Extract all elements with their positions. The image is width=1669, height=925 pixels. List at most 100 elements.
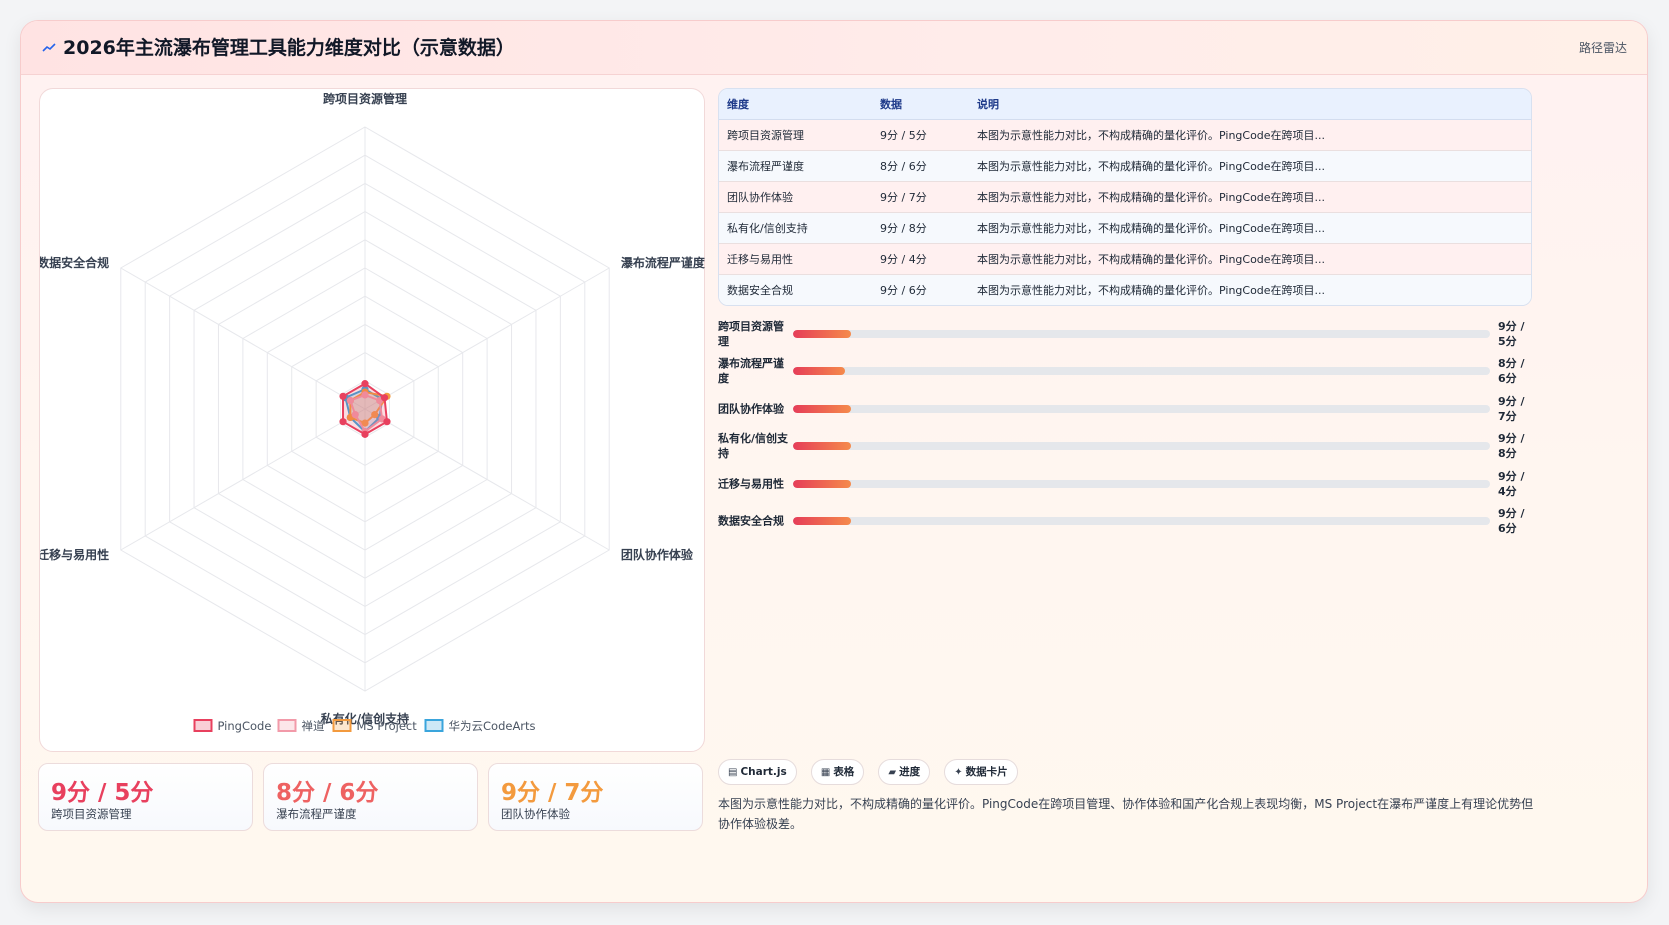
progress-value: 9分 / 7分 [1498, 395, 1525, 423]
axis-label: 瀑布流程严谨度 [621, 255, 706, 270]
progress-value: 9分 / 8分 [1498, 432, 1525, 460]
dashboard-card: 2026年主流瀑布管理工具能力维度对比（示意数据） 路径雷达 跨项目资源管理 瀑布… [20, 20, 1648, 903]
progress-track [793, 330, 1490, 338]
table-cell-dimension: 迁移与易用性 [719, 243, 872, 275]
table-cell-dimension: 私有化/信创支持 [719, 212, 872, 244]
table-pill[interactable]: ▦ 表格 [810, 759, 865, 785]
data-point [339, 418, 347, 426]
progress-value: 9分 / 4分 [1498, 470, 1525, 498]
header-tag: 路径雷达 [1578, 41, 1627, 55]
progress-value: 9分 / 6分 [1498, 507, 1525, 535]
table-cell-data: 9分 / 6分 [872, 274, 969, 305]
table-cell-data: 9分 / 8分 [872, 212, 969, 244]
progress-icon: ▰ [888, 767, 897, 778]
column-header: 维度 [719, 89, 872, 120]
data-table: 维度 数据 说明 跨项目资源管理 9分 / 5分 本图为示意性能力对比，不构成精… [718, 88, 1532, 306]
progress-label: 跨项目资源管理 [718, 320, 784, 348]
progress-label: 团队协作体验 [718, 402, 784, 416]
data-point [339, 392, 347, 400]
legend-label: 禅道 [302, 719, 325, 733]
stat-card: 9分 / 7分 团队协作体验 [488, 763, 703, 831]
stat-value: 8分 / 6分 [276, 780, 379, 806]
progress-track [793, 517, 1490, 525]
stat-label: 跨项目资源管理 [51, 807, 132, 821]
table-cell-note: 本图为示意性能力对比，不构成精确的量化评价。PingCode在跨项目... [969, 243, 1531, 275]
pill-label: 表格 [833, 766, 855, 778]
progress-row: 跨项目资源管理 9分 / 5分 [718, 317, 1538, 351]
axis-label: 数据安全合规 [40, 255, 109, 270]
data-point [361, 380, 369, 388]
sparkle-icon: ✦ [954, 767, 963, 778]
column-header: 说明 [969, 89, 1531, 120]
table-cell-note: 本图为示意性能力对比，不构成精确的量化评价。PingCode在跨项目... [969, 119, 1531, 151]
table-cell-dimension: 跨项目资源管理 [719, 119, 872, 151]
progress-fill [793, 405, 851, 413]
progress-fill [793, 480, 851, 488]
table-cell-data: 9分 / 4分 [872, 243, 969, 275]
progress-fill [793, 517, 851, 525]
progress-track [793, 480, 1490, 488]
pill-label: 数据卡片 [965, 766, 1008, 778]
data-card-pill[interactable]: ✦ 数据卡片 [944, 759, 1018, 785]
table-cell-note: 本图为示意性能力对比，不构成精确的量化评价。PingCode在跨项目... [969, 212, 1531, 244]
legend-swatch [332, 719, 352, 732]
table-header-row: 维度 数据 说明 [719, 89, 1531, 120]
progress-label: 瀑布流程严谨度 [718, 357, 784, 385]
stat-card: 9分 / 5分 跨项目资源管理 [38, 763, 253, 831]
tag-pills: ▤ Chart.js ▦ 表格 ▰ 进度 ✦ 数据卡片 [718, 759, 1027, 785]
progress-fill [793, 442, 851, 450]
legend-swatch [277, 719, 297, 732]
legend-label: PingCode [218, 719, 272, 733]
page-title: 2026年主流瀑布管理工具能力维度对比（示意数据） [63, 37, 515, 59]
progress-row: 私有化/信创支持 9分 / 8分 [718, 429, 1538, 463]
progress-pill[interactable]: ▰ 进度 [878, 759, 931, 785]
table-cell-data: 8分 / 6分 [872, 150, 969, 182]
pill-label: Chart.js [740, 766, 787, 778]
data-point [383, 418, 391, 426]
stat-label: 瀑布流程严谨度 [276, 807, 357, 821]
stat-value: 9分 / 7分 [501, 780, 604, 806]
table-cell-note: 本图为示意性能力对比，不构成精确的量化评价。PingCode在跨项目... [969, 150, 1531, 182]
progress-row: 迁移与易用性 9分 / 4分 [718, 467, 1538, 501]
table-cell-dimension: 数据安全合规 [719, 274, 872, 305]
legend-swatch [424, 719, 444, 732]
table-cell-data: 9分 / 7分 [872, 181, 969, 213]
column-header: 数据 [872, 89, 969, 120]
chartjs-pill[interactable]: ▤ Chart.js [718, 759, 797, 785]
legend-label: MS Project [357, 719, 418, 733]
progress-list: 跨项目资源管理 9分 / 5分 瀑布流程严谨度 8分 / 6分 团队协作体验 9… [718, 317, 1538, 547]
table-row: 瀑布流程严谨度 8分 / 6分 本图为示意性能力对比，不构成精确的量化评价。Pi… [719, 150, 1531, 182]
table-row: 迁移与易用性 9分 / 4分 本图为示意性能力对比，不构成精确的量化评价。Pin… [719, 243, 1531, 275]
table-row: 数据安全合规 9分 / 6分 本图为示意性能力对比，不构成精确的量化评价。Pin… [719, 274, 1531, 305]
progress-row: 团队协作体验 9分 / 7分 [718, 392, 1538, 426]
table-row: 私有化/信创支持 9分 / 8分 本图为示意性能力对比，不构成精确的量化评价。P… [719, 212, 1531, 244]
progress-track [793, 405, 1490, 413]
series-area [342, 382, 389, 436]
legend-label: 华为云CodeArts [449, 719, 536, 733]
axis-label: 跨项目资源管理 [323, 91, 407, 106]
progress-row: 数据安全合规 9分 / 6分 [718, 504, 1538, 538]
progress-track [793, 442, 1490, 450]
progress-label: 迁移与易用性 [718, 477, 784, 491]
chart-icon: ▤ [728, 767, 738, 778]
progress-value: 9分 / 5分 [1498, 320, 1525, 348]
stat-value: 9分 / 5分 [51, 780, 154, 806]
progress-fill [793, 367, 845, 375]
table-cell-note: 本图为示意性能力对比，不构成精确的量化评价。PingCode在跨项目... [969, 274, 1531, 305]
table-row: 跨项目资源管理 9分 / 5分 本图为示意性能力对比，不构成精确的量化评价。Pi… [719, 119, 1531, 151]
table-row: 团队协作体验 9分 / 7分 本图为示意性能力对比，不构成精确的量化评价。Pin… [719, 181, 1531, 213]
data-point [380, 394, 389, 402]
legend-swatch [193, 719, 213, 732]
progress-label: 数据安全合规 [718, 514, 784, 528]
axis-label: 迁移与易用性 [40, 547, 109, 562]
progress-track [793, 367, 1490, 375]
radar-chart-panel: 跨项目资源管理 瀑布流程严谨度 团队协作体验 私有化/信创支持 迁移与易用性 数据安全合规… [39, 88, 706, 752]
data-point [361, 430, 369, 438]
table-cell-dimension: 瀑布流程严谨度 [719, 150, 872, 182]
table-cell-data: 9分 / 5分 [872, 119, 969, 151]
pill-label: 进度 [899, 766, 921, 778]
progress-row: 瀑布流程严谨度 8分 / 6分 [718, 354, 1538, 388]
stat-card: 8分 / 6分 瀑布流程严谨度 [263, 763, 478, 831]
progress-value: 8分 / 6分 [1498, 357, 1525, 385]
table-icon: ▦ [820, 767, 831, 778]
